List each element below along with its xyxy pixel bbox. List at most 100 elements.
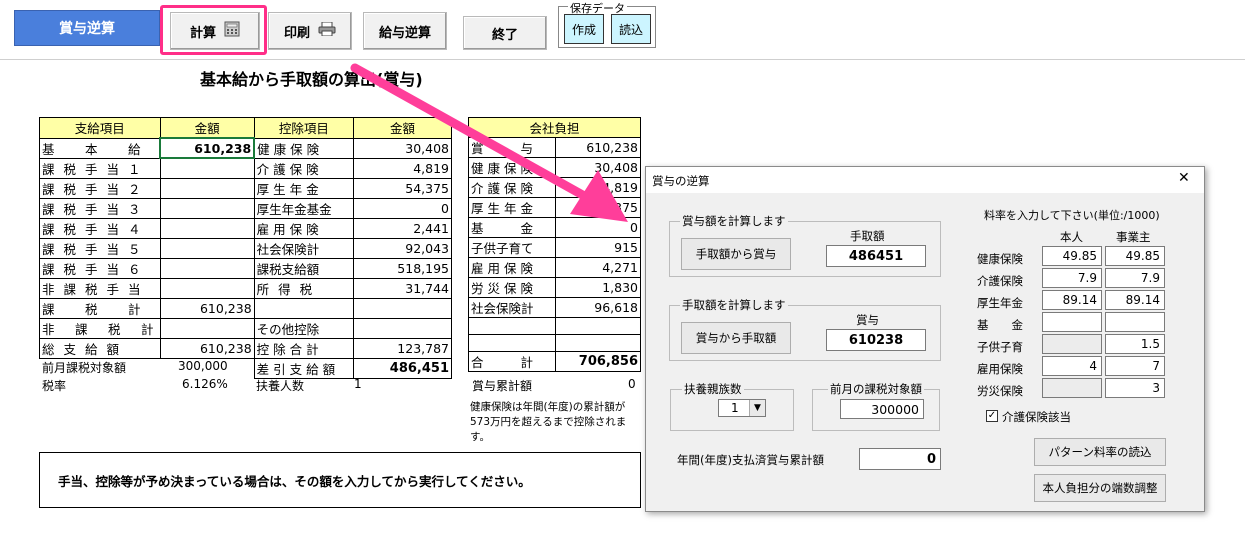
load-button[interactable]: 読込 bbox=[611, 14, 651, 44]
chevron-down-icon[interactable]: ▼ bbox=[749, 400, 765, 416]
deduction-amount[interactable] bbox=[352, 317, 453, 339]
pay-amount[interactable] bbox=[159, 217, 255, 239]
table-row: 雇用保険 4,271 bbox=[468, 257, 642, 278]
load-pattern-rates-button[interactable]: パターン料率の読込 bbox=[1034, 438, 1166, 466]
instruction-text: 手当、控除等が予め決まっている場合は、その額を入力してから実行してください。 bbox=[58, 473, 531, 489]
rate-self-field[interactable]: 7.9 bbox=[1042, 268, 1102, 288]
rate-employer-field[interactable]: 7 bbox=[1105, 356, 1165, 376]
deduction-amount[interactable]: 92,043 bbox=[352, 237, 453, 259]
deduction-amount[interactable]: 518,195 bbox=[352, 257, 453, 279]
header-pay-amount: 金額 bbox=[159, 117, 255, 139]
net-to-bonus-button[interactable]: 手取額から賞与 bbox=[681, 238, 791, 270]
rate-self-field[interactable]: 49.85 bbox=[1042, 246, 1102, 266]
company-amount[interactable]: 915 bbox=[554, 237, 642, 258]
header-deduction-item: 控除項目 bbox=[253, 117, 354, 139]
company-item-label: 介護保険 bbox=[468, 177, 556, 198]
pay-item-label: 課 税 計 bbox=[39, 297, 161, 319]
company-amount[interactable]: 610,238 bbox=[554, 137, 642, 158]
company-amount[interactable]: 4,271 bbox=[554, 257, 642, 278]
printer-icon bbox=[318, 21, 336, 40]
base-salary-cell[interactable]: 610,238 bbox=[159, 137, 256, 159]
pay-amount[interactable]: 610,238 bbox=[159, 297, 255, 319]
pay-item-label: 非 課 税 計 bbox=[39, 317, 161, 339]
dependents-select-value: 1 bbox=[731, 401, 739, 415]
company-amount[interactable]: 1,830 bbox=[554, 277, 642, 298]
calc-bonus-group-label: 賞与額を計算します bbox=[680, 213, 788, 229]
deduction-amount[interactable]: 30,408 bbox=[352, 137, 453, 159]
company-amount[interactable]: 30,408 bbox=[554, 157, 642, 178]
instruction-message: 手当、控除等が予め決まっている場合は、その額を入力してから実行してください。 bbox=[39, 452, 641, 508]
deduction-amount[interactable]: 2,441 bbox=[352, 217, 453, 239]
print-button[interactable]: 印刷 bbox=[268, 12, 352, 50]
rate-col-employer: 事業主 bbox=[1116, 230, 1151, 244]
care-insurance-checkbox[interactable]: ✓ bbox=[986, 410, 998, 422]
salary-reverse-button[interactable]: 給与逆算 bbox=[363, 12, 447, 50]
annual-paid-field[interactable]: 0 bbox=[859, 448, 941, 470]
care-insurance-checkbox-label: 介護保険該当 bbox=[1002, 410, 1071, 424]
pay-amount[interactable] bbox=[159, 277, 255, 299]
pay-item-label: 課税手当２ bbox=[39, 177, 161, 199]
table-row: 子供子育て 915 bbox=[468, 237, 642, 258]
rate-col-self: 本人 bbox=[1060, 230, 1083, 244]
dialog-titlebar: 賞与の逆算 ✕ bbox=[646, 167, 1204, 193]
pay-amount[interactable] bbox=[159, 317, 255, 339]
deduction-amount[interactable]: 123,787 bbox=[352, 337, 453, 359]
company-amount[interactable] bbox=[554, 334, 642, 352]
deduction-item-label: その他控除 bbox=[253, 317, 354, 339]
pay-amount[interactable] bbox=[159, 157, 255, 179]
pay-amount[interactable]: 610,238 bbox=[159, 337, 255, 359]
bonus-total-value: 0 bbox=[628, 377, 636, 391]
rounding-adjust-button[interactable]: 本人負担分の端数調整 bbox=[1034, 474, 1166, 502]
rate-employer-field[interactable]: 3 bbox=[1105, 378, 1165, 398]
net-pay-value[interactable]: 486,451 bbox=[352, 357, 453, 379]
deduction-amount[interactable]: 31,744 bbox=[352, 277, 453, 299]
company-amount[interactable]: 0 bbox=[554, 217, 642, 238]
rate-self-field[interactable]: 89.14 bbox=[1042, 290, 1102, 310]
rate-employer-field[interactable]: 49.85 bbox=[1105, 246, 1165, 266]
deduction-item-label: 控除合計 bbox=[253, 337, 354, 359]
create-button[interactable]: 作成 bbox=[564, 14, 604, 44]
deduction-amount[interactable] bbox=[352, 297, 453, 319]
company-item-label bbox=[468, 317, 556, 335]
company-amount[interactable] bbox=[554, 317, 642, 335]
company-amount[interactable]: 4,819 bbox=[554, 177, 642, 198]
deduction-amount[interactable]: 4,819 bbox=[352, 157, 453, 179]
rate-self-field-disabled bbox=[1042, 378, 1102, 398]
deduction-amount[interactable]: 0 bbox=[352, 197, 453, 219]
rate-employer-field[interactable]: 7.9 bbox=[1105, 268, 1165, 288]
exit-button[interactable]: 終了 bbox=[463, 16, 547, 50]
table-row: 賞 与 610,238 bbox=[468, 137, 642, 158]
sheet-title-button[interactable]: 賞与逆算 bbox=[14, 10, 160, 46]
rate-self-field[interactable]: 4 bbox=[1042, 356, 1102, 376]
table-row: 課税手当４ 雇用保険 2,441 bbox=[39, 217, 453, 239]
table-row: 非課税手当 所得税 31,744 bbox=[39, 277, 453, 299]
rate-employer-field[interactable] bbox=[1105, 312, 1165, 332]
pay-item-label: 基 本 給 bbox=[39, 137, 161, 159]
table-row bbox=[468, 317, 642, 335]
pay-amount[interactable] bbox=[159, 237, 255, 259]
rate-employer-field[interactable]: 89.14 bbox=[1105, 290, 1165, 310]
rate-employer-field[interactable]: 1.5 bbox=[1105, 334, 1165, 354]
pay-amount[interactable] bbox=[159, 197, 255, 219]
company-item-label: 基 金 bbox=[468, 217, 556, 238]
net-amount-field[interactable]: 486451 bbox=[826, 245, 926, 267]
bonus-to-net-button[interactable]: 賞与から手取額 bbox=[681, 322, 791, 354]
pay-amount[interactable] bbox=[159, 177, 255, 199]
company-burden-table: 会社負担 賞 与 610,238 健康保険 30,408 介護保険 4,819 厚生年… bbox=[468, 117, 642, 372]
pay-amount[interactable] bbox=[159, 257, 255, 279]
close-icon[interactable]: ✕ bbox=[1178, 170, 1190, 186]
bonus-field[interactable]: 610238 bbox=[826, 329, 926, 351]
company-amount[interactable]: 54,375 bbox=[554, 197, 642, 218]
dependents-select[interactable]: 1 ▼ bbox=[718, 399, 766, 417]
deduction-amount[interactable]: 54,375 bbox=[352, 177, 453, 199]
dialog-title: 賞与の逆算 bbox=[652, 174, 710, 188]
prev-taxable-field[interactable]: 300000 bbox=[840, 399, 924, 419]
prev-taxable-label: 前月課税対象額 bbox=[42, 361, 127, 375]
rate-label: 健康保険 bbox=[977, 252, 1023, 266]
company-total-value[interactable]: 706,856 bbox=[554, 351, 642, 372]
deduction-item-label: 厚生年金 bbox=[253, 177, 354, 199]
table-row: 厚生年金 54,375 bbox=[468, 197, 642, 218]
company-amount[interactable]: 96,618 bbox=[554, 297, 642, 318]
rate-self-field[interactable] bbox=[1042, 312, 1102, 332]
pay-item-label: 課税手当３ bbox=[39, 197, 161, 219]
